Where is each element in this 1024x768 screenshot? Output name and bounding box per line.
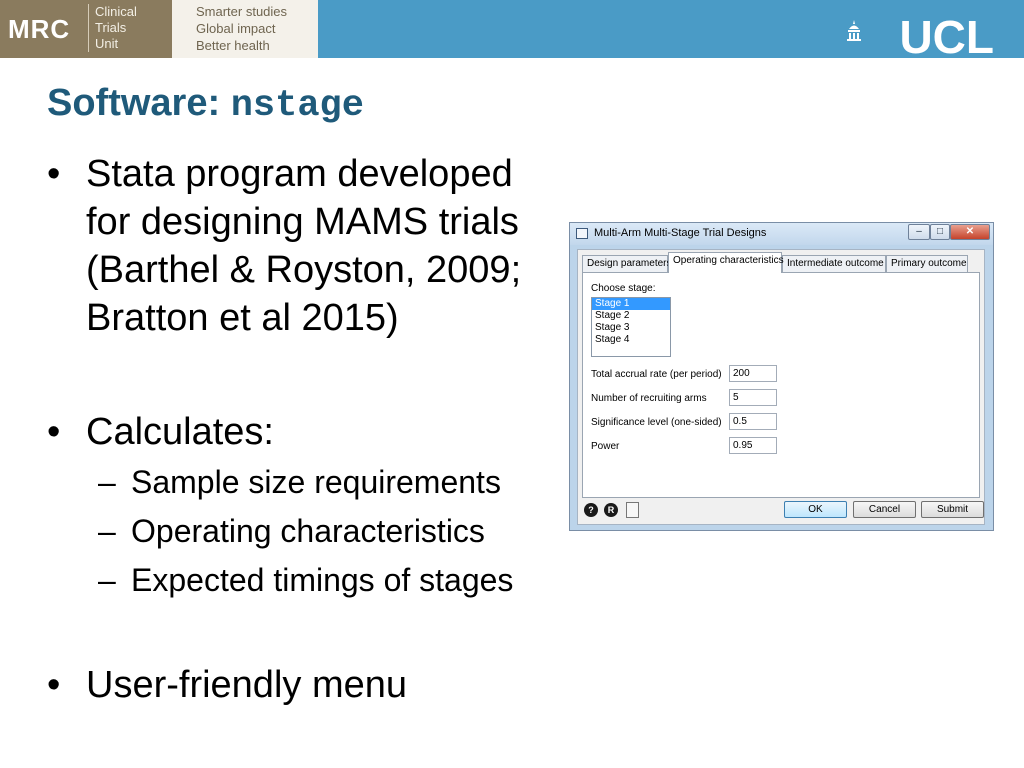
ucl-logo: UCL xyxy=(899,11,994,63)
significance-level-input[interactable]: 0.5 xyxy=(729,413,777,430)
tab-intermediate-outcome[interactable]: Intermediate outcome xyxy=(782,255,886,272)
bullet-line: Bratton et al 2015) xyxy=(86,297,399,339)
tagline-line: Smarter studies xyxy=(196,4,288,19)
tab-primary-outcome[interactable]: Primary outcome xyxy=(886,255,968,272)
close-button[interactable]: ✕ xyxy=(950,224,990,240)
dialog-title: Multi-Arm Multi-Stage Trial Designs xyxy=(594,227,767,239)
mrc-unit-line: Unit xyxy=(95,36,119,51)
window-app-icon xyxy=(576,228,588,239)
tab-panel: Choose stage: Stage 1 Stage 2 Stage 3 St… xyxy=(582,272,980,498)
minimize-button[interactable]: – xyxy=(908,224,930,240)
bullet-glyph: • xyxy=(47,411,61,453)
ok-button[interactable]: OK xyxy=(784,501,847,518)
dialog-window: Multi-Arm Multi-Stage Trial Designs – □ … xyxy=(569,222,994,531)
stage-list-item[interactable]: Stage 3 xyxy=(592,322,670,334)
power-label: Power xyxy=(591,441,620,452)
dialog-titlebar[interactable]: Multi-Arm Multi-Stage Trial Designs – □ … xyxy=(570,223,993,245)
dash-glyph: – xyxy=(98,513,116,549)
sub-bullet-text: Expected timings of stages xyxy=(131,562,514,598)
bullet-line: User-friendly menu xyxy=(86,664,407,706)
stage-listbox[interactable]: Stage 1 Stage 2 Stage 3 Stage 4 xyxy=(591,297,671,357)
recruiting-arms-label: Number of recruiting arms xyxy=(591,393,707,404)
mrc-unit-line: Trials xyxy=(95,20,127,35)
copy-icon[interactable] xyxy=(626,502,639,518)
mrc-unit-name: Clinical Trials Unit xyxy=(88,4,175,52)
cancel-button[interactable]: Cancel xyxy=(853,501,916,518)
dialog-body: Design parameters Operating characterist… xyxy=(577,249,985,525)
significance-level-label: Significance level (one-sided) xyxy=(591,417,722,428)
tab-design-parameters[interactable]: Design parameters xyxy=(582,255,671,272)
stage-list-item[interactable]: Stage 2 xyxy=(592,310,670,322)
slide-title: Software: nstage xyxy=(47,82,364,127)
sub-bullet-text: Sample size requirements xyxy=(131,464,501,500)
tagline-line: Better health xyxy=(196,38,270,53)
mrc-logo-block: MRC Clinical Trials Unit xyxy=(0,0,173,58)
bullet-line: Stata program developed xyxy=(86,153,513,195)
bullet-line: (Barthel & Royston, 2009; xyxy=(86,249,522,291)
reset-icon[interactable]: R xyxy=(604,503,618,517)
recruiting-arms-input[interactable]: 5 xyxy=(729,389,777,406)
power-input[interactable]: 0.95 xyxy=(729,437,777,454)
help-icon[interactable]: ? xyxy=(584,503,598,517)
tagline-line: Global impact xyxy=(196,21,276,36)
mrc-logo: MRC xyxy=(8,14,71,44)
accrual-rate-input[interactable]: 200 xyxy=(729,365,777,382)
bullet-glyph: • xyxy=(47,153,61,195)
sub-bullet-text: Operating characteristics xyxy=(131,513,485,549)
stage-list-item[interactable]: Stage 1 xyxy=(592,298,670,310)
choose-stage-label: Choose stage: xyxy=(591,283,656,294)
accrual-rate-label: Total accrual rate (per period) xyxy=(591,369,722,380)
tagline-block: Smarter studies Global impact Better hea… xyxy=(172,0,318,58)
title-code: nstage xyxy=(230,85,364,127)
mrc-unit-line: Clinical xyxy=(95,4,137,19)
maximize-button[interactable]: □ xyxy=(930,224,950,240)
bullet-line: Calculates: xyxy=(86,411,274,453)
dash-glyph: – xyxy=(98,562,116,598)
bullet-glyph: • xyxy=(47,664,61,706)
title-prefix: Software: xyxy=(47,82,221,124)
submit-button[interactable]: Submit xyxy=(921,501,984,518)
stage-list-item[interactable]: Stage 4 xyxy=(592,334,670,346)
dash-glyph: – xyxy=(98,464,116,500)
tab-operating-characteristics[interactable]: Operating characteristics xyxy=(668,252,784,273)
bullet-line: for designing MAMS trials xyxy=(86,201,519,243)
ucl-portico-icon xyxy=(847,20,861,41)
